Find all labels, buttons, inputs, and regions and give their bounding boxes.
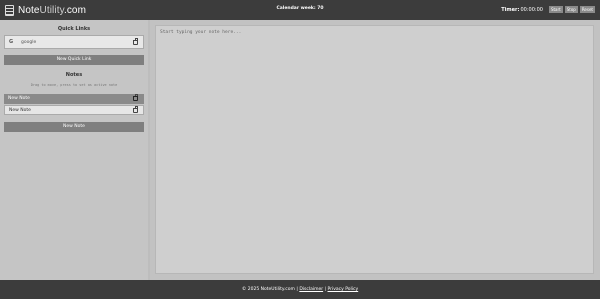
quick-link-item[interactable]: G google	[4, 35, 144, 49]
note-editor[interactable]: Start typing your note here...	[155, 25, 594, 274]
note-item-active[interactable]: New Note	[4, 94, 144, 104]
note-label: New Note	[8, 96, 30, 101]
new-note-button[interactable]: New Note	[4, 122, 144, 132]
footer: © 2025 NoteUtility.com | Disclaimer | Pr…	[0, 280, 600, 299]
note-item[interactable]: New Note	[4, 105, 144, 115]
timer-reset-button[interactable]: Reset	[579, 6, 595, 13]
editor-placeholder: Start typing your note here...	[160, 30, 242, 35]
timer-label: Timer:	[501, 6, 520, 13]
google-icon: G	[9, 39, 14, 45]
footer-separator: |	[324, 287, 327, 292]
notes-title: Notes	[65, 72, 83, 78]
trash-icon[interactable]	[133, 94, 138, 101]
timer-start-button[interactable]: Start	[548, 6, 563, 13]
privacy-policy-link[interactable]: Privacy Policy	[328, 287, 359, 292]
footer-copyright: © 2025 NoteUtility.com |	[241, 287, 298, 292]
timer-value: 00:00:00	[520, 6, 543, 13]
disclaimer-link[interactable]: Disclaimer	[299, 287, 323, 292]
top-bar: NoteUtility.com Calendar week: 70 Timer:…	[0, 0, 600, 20]
trash-icon[interactable]	[133, 106, 138, 113]
timer: Timer: 00:00:00 Start Stop Reset	[501, 6, 595, 13]
quick-link-label: google	[21, 40, 37, 45]
quick-links-title: Quick Links	[57, 26, 91, 32]
notes-hint: Drag to move, press to set as active not…	[30, 83, 118, 87]
new-quick-link-button[interactable]: New Quick Link	[4, 55, 144, 65]
timer-stop-button[interactable]: Stop	[564, 6, 578, 13]
trash-icon[interactable]	[133, 38, 138, 45]
note-label: New Note	[9, 108, 31, 113]
